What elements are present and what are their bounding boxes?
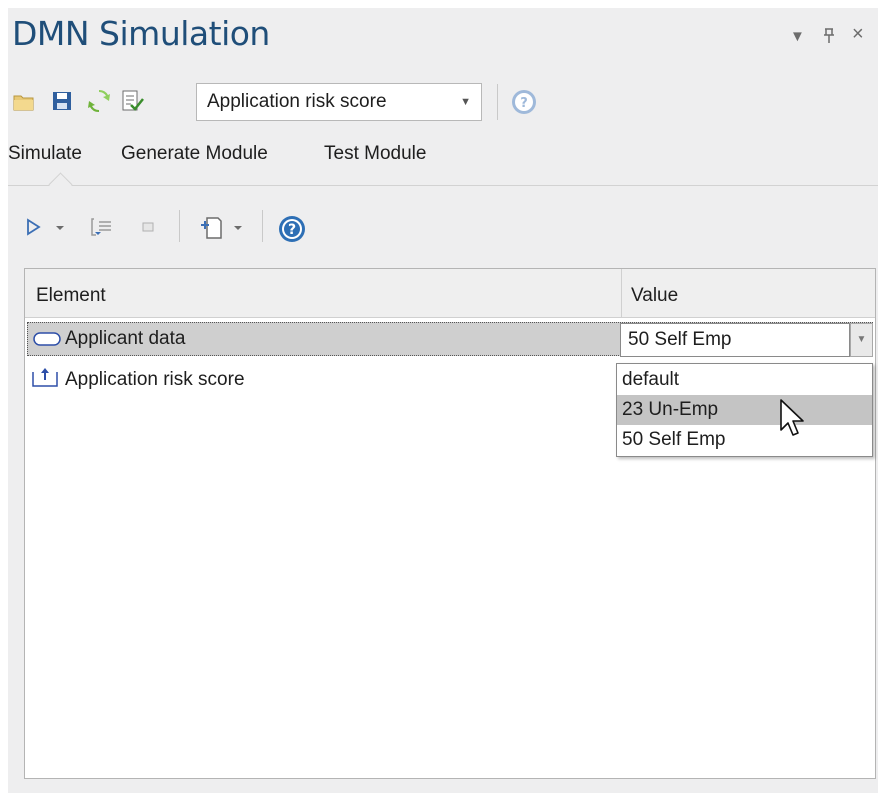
input-data-icon (33, 331, 61, 352)
row-element-label: Applicant data (65, 328, 186, 349)
close-button[interactable]: × (852, 23, 864, 46)
chevron-down-icon[interactable]: ▼ (850, 323, 873, 357)
dropdown-option[interactable]: default (617, 365, 872, 395)
column-divider[interactable] (621, 269, 622, 317)
svg-text:?: ? (520, 96, 528, 111)
open-folder-icon[interactable] (12, 90, 36, 114)
mouse-cursor-icon (779, 398, 807, 443)
help-icon[interactable]: ? (511, 89, 536, 114)
dropdown-option[interactable]: 50 Self Emp (617, 425, 872, 455)
column-header-element[interactable]: Element (36, 285, 106, 307)
subtoolbar-separator-2 (262, 210, 263, 242)
element-combo-value: Application risk score (207, 91, 387, 112)
tab-generate-module[interactable]: Generate Module (121, 143, 268, 165)
grid-header: Element Value (25, 269, 875, 318)
save-icon[interactable] (50, 89, 74, 113)
window-title: DMN Simulation (12, 14, 270, 53)
refresh-icon[interactable] (87, 89, 111, 113)
svg-text:?: ? (288, 222, 296, 238)
step-icon[interactable] (90, 215, 114, 239)
row-element-label: Application risk score (65, 369, 245, 390)
dropdown-option-hovered[interactable]: 23 Un-Emp (617, 395, 872, 425)
pin-icon (824, 28, 834, 43)
subtoolbar-separator (179, 210, 180, 242)
tab-test-module[interactable]: Test Module (324, 143, 426, 165)
element-combo[interactable]: Application risk score ▼ (196, 83, 482, 121)
tab-underline (8, 185, 878, 186)
run-options-chevron-icon[interactable] (52, 215, 68, 239)
value-dropdown-list: default 23 Un-Emp 50 Self Emp (616, 363, 873, 457)
stop-icon[interactable] (136, 215, 160, 239)
tab-simulate[interactable]: Simulate (8, 143, 82, 165)
checklist-icon[interactable] (120, 89, 144, 113)
help-icon[interactable]: ? (278, 215, 305, 242)
value-select[interactable]: 50 Self Emp (620, 323, 850, 357)
toolbar-separator (497, 84, 498, 120)
export-icon[interactable] (199, 215, 223, 239)
decision-output-icon (31, 366, 59, 393)
column-header-value[interactable]: Value (631, 285, 678, 307)
window-menu-button[interactable]: ▼ (790, 28, 805, 45)
export-options-chevron-icon[interactable] (230, 215, 246, 239)
chevron-down-icon[interactable]: ▼ (460, 84, 471, 120)
run-icon[interactable] (22, 215, 46, 239)
pin-button[interactable] (822, 28, 836, 48)
